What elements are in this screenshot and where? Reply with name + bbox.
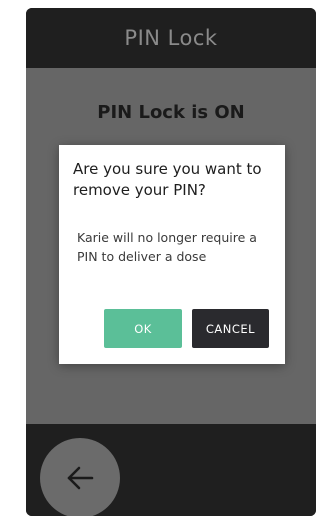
pin-status-title: PIN Lock is ON xyxy=(97,102,245,123)
app-footer xyxy=(26,424,316,516)
arrow-left-icon xyxy=(67,466,94,490)
dialog-question: Are you sure you want to remove your PIN… xyxy=(73,160,262,199)
confirm-remove-pin-dialog: Are you sure you want to remove your PIN… xyxy=(59,145,285,364)
dialog-message: Karie will no longer require a PIN to de… xyxy=(77,230,257,264)
cancel-button[interactable]: CANCEL xyxy=(192,309,269,348)
page-title: PIN Lock xyxy=(124,26,218,50)
ok-button[interactable]: OK xyxy=(104,309,182,348)
app-header: PIN Lock xyxy=(26,8,316,68)
back-button[interactable] xyxy=(40,438,120,516)
